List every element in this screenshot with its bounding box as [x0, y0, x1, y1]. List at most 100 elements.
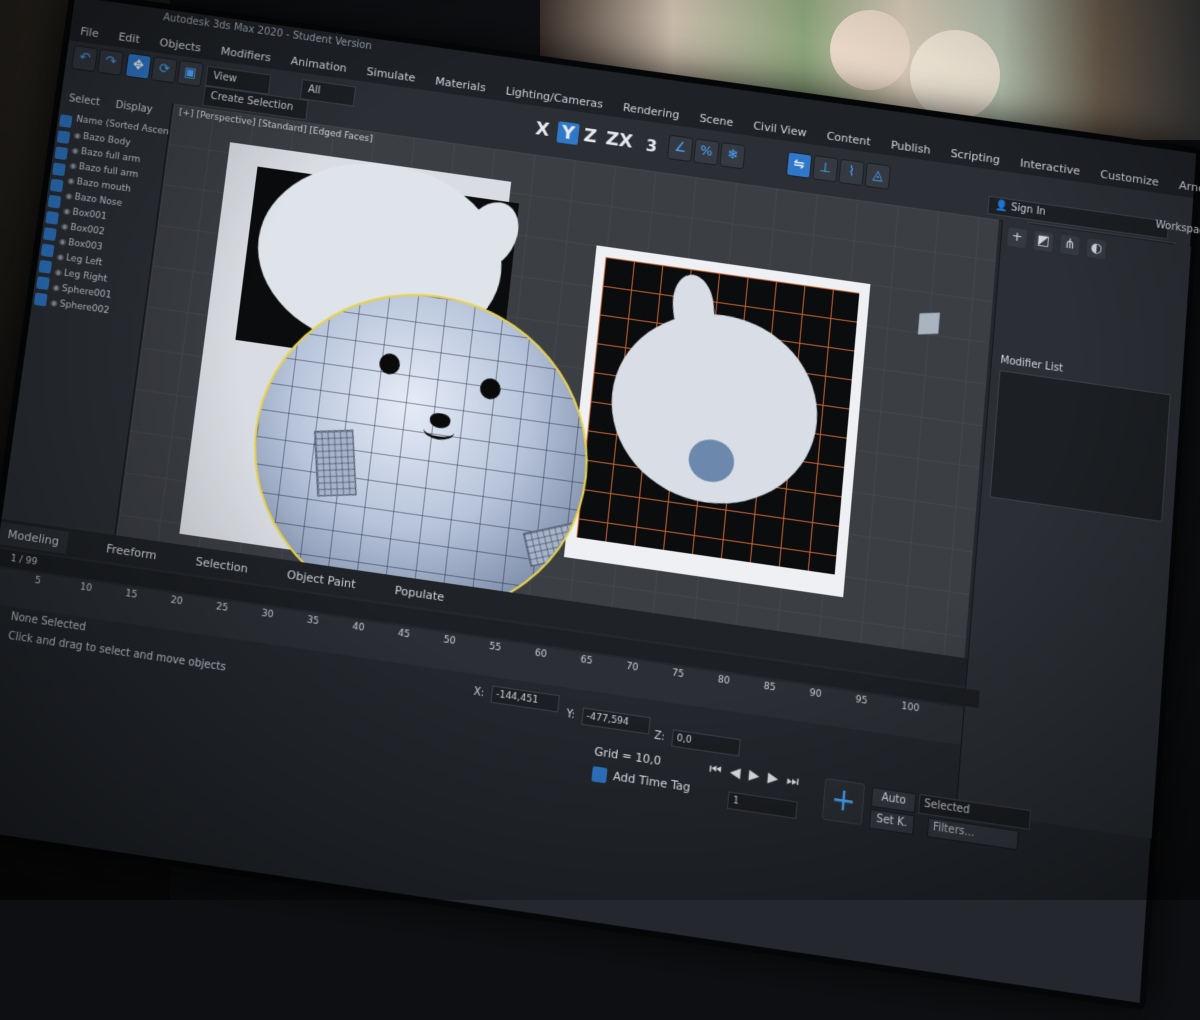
- filter-lights-icon[interactable]: [54, 146, 69, 161]
- reference-image-side: [576, 256, 860, 575]
- set-key-big-icon[interactable]: +: [821, 777, 866, 826]
- filter-geometry-icon[interactable]: [58, 114, 73, 128]
- axis-z[interactable]: Z: [583, 125, 598, 148]
- menu-simulate[interactable]: Simulate: [366, 64, 416, 84]
- reference-bunny-side-ear: [670, 273, 717, 338]
- modify-tab-icon[interactable]: ◩: [1033, 230, 1054, 252]
- timeline-tick-label: 90: [808, 687, 822, 701]
- scale-icon[interactable]: ▣: [176, 59, 204, 88]
- app-window: Autodesk 3ds Max 2020 - Student Version …: [0, 0, 1200, 1011]
- menu-edit[interactable]: Edit: [118, 30, 141, 46]
- percent-snap-icon[interactable]: %: [693, 138, 720, 166]
- x-label: X:: [472, 686, 485, 700]
- filter-groups-icon[interactable]: [45, 210, 60, 225]
- redo-icon[interactable]: ↷: [96, 48, 125, 76]
- timeline-tick-label: 85: [763, 681, 777, 694]
- timeline-tick-label: 80: [717, 674, 731, 688]
- current-frame: 1 / 99: [9, 553, 38, 569]
- select-move-icon[interactable]: ✥: [124, 52, 152, 80]
- filter-all-icon[interactable]: [38, 259, 53, 274]
- menu-modifiers[interactable]: Modifiers: [220, 44, 272, 64]
- reference-bunny-side: [602, 300, 826, 518]
- timeline-tick-label: 25: [215, 601, 229, 615]
- axis-x[interactable]: X: [534, 118, 550, 141]
- menu-materials[interactable]: Materials: [435, 74, 487, 94]
- align-icon[interactable]: ⊥: [812, 154, 839, 183]
- menu-animation[interactable]: Animation: [290, 54, 348, 75]
- filter-invert-icon[interactable]: [33, 292, 48, 307]
- curve-editor-icon[interactable]: ⌇: [838, 158, 865, 187]
- menu-file[interactable]: File: [80, 24, 100, 39]
- tab-selection[interactable]: Selection: [195, 554, 249, 575]
- timeline-tick-label: 5: [34, 575, 42, 587]
- snap-toggle[interactable]: 3: [645, 136, 658, 157]
- play-icon[interactable]: ▶: [748, 767, 768, 786]
- time-tag-icon: [591, 766, 608, 784]
- timeline-tick-label: 20: [169, 595, 184, 608]
- filter-none-icon[interactable]: [36, 276, 50, 291]
- prompt-line: Click and drag to select and move object…: [7, 630, 227, 674]
- filter-bones-icon[interactable]: [40, 243, 55, 258]
- filter-cameras-icon[interactable]: [52, 162, 66, 177]
- go-to-end-icon[interactable]: ⏭: [786, 772, 808, 791]
- grid-size: Grid = 10,0: [593, 744, 662, 769]
- menu-scene[interactable]: Scene: [699, 111, 734, 129]
- go-to-start-icon[interactable]: ⏮: [709, 761, 731, 780]
- filter-helpers-icon[interactable]: [49, 178, 64, 193]
- angle-snap-icon[interactable]: ∠: [666, 134, 694, 163]
- tab-freeform[interactable]: Freeform: [105, 541, 157, 562]
- monitor: Autodesk 3ds Max 2020 - Student Version …: [0, 0, 1200, 1011]
- timeline-tick-label: 55: [488, 641, 502, 654]
- modifier-stack[interactable]: [989, 370, 1171, 523]
- axis-zx[interactable]: ZX: [605, 128, 634, 153]
- filter-xrefs-icon[interactable]: [42, 227, 57, 242]
- add-time-tag-label: Add Time Tag: [612, 769, 692, 795]
- timeline-tick-label: 100: [900, 701, 920, 715]
- bazo-arm-left[interactable]: [314, 429, 357, 497]
- z-label: Z:: [653, 729, 666, 744]
- timeline-tick-label: 75: [671, 667, 685, 681]
- y-label: Y:: [565, 708, 576, 722]
- freeze-icon[interactable]: ❄: [719, 141, 746, 170]
- next-frame-icon[interactable]: ▶: [767, 770, 787, 789]
- menu-civil-view[interactable]: Civil View: [753, 119, 807, 140]
- tab-object-paint[interactable]: Object Paint: [286, 567, 356, 591]
- set-key-button[interactable]: Set K.: [868, 808, 915, 836]
- reference-plane-side[interactable]: [563, 245, 871, 598]
- timeline-tick-label: 10: [79, 582, 93, 595]
- mirror-icon[interactable]: ⇋: [785, 151, 813, 179]
- tab-modeling[interactable]: Modeling: [0, 521, 69, 554]
- timeline-tick-label: 60: [534, 648, 548, 661]
- scene-object-name: Sphere002: [58, 299, 110, 317]
- timeline-tick-label: 30: [260, 608, 274, 621]
- timeline-tick-label: 70: [625, 661, 639, 674]
- render-setup-icon[interactable]: ◬: [864, 162, 891, 190]
- timeline-tick-label: 45: [397, 628, 411, 641]
- menu-arnold[interactable]: Arnold: [1179, 178, 1200, 196]
- viewcube-icon[interactable]: [917, 312, 940, 335]
- filter-spacewarps-icon[interactable]: [47, 194, 62, 209]
- create-tab-icon[interactable]: +: [1007, 227, 1027, 249]
- menu-objects[interactable]: Objects: [159, 35, 202, 54]
- user-icon: 👤: [994, 199, 1009, 213]
- menu-publish[interactable]: Publish: [890, 138, 931, 157]
- menu-rendering[interactable]: Rendering: [622, 100, 680, 121]
- motion-tab-icon[interactable]: ◐: [1086, 238, 1107, 260]
- filter-shapes-icon[interactable]: [56, 130, 71, 145]
- rotate-icon[interactable]: ⟳: [150, 56, 178, 84]
- axis-y[interactable]: Y: [556, 121, 580, 146]
- timeline-tick-label: 50: [442, 634, 456, 648]
- menu-content[interactable]: Content: [826, 129, 871, 148]
- menu-scripting[interactable]: Scripting: [950, 146, 1000, 166]
- frame-number-field[interactable]: 1: [726, 791, 798, 820]
- timeline-tick-label: 40: [351, 621, 365, 634]
- sign-in-label: Sign In: [1010, 202, 1047, 219]
- previous-frame-icon[interactable]: ◀: [729, 764, 749, 783]
- timeline-tick-label: 35: [306, 614, 320, 628]
- undo-icon[interactable]: ↶: [71, 45, 99, 73]
- timeline-tick-label: 95: [854, 694, 868, 708]
- tab-populate[interactable]: Populate: [394, 583, 445, 604]
- add-time-tag-button[interactable]: Add Time Tag: [591, 766, 691, 796]
- timeline-tick-label: 15: [124, 588, 138, 601]
- hierarchy-tab-icon[interactable]: ⋔: [1060, 234, 1080, 256]
